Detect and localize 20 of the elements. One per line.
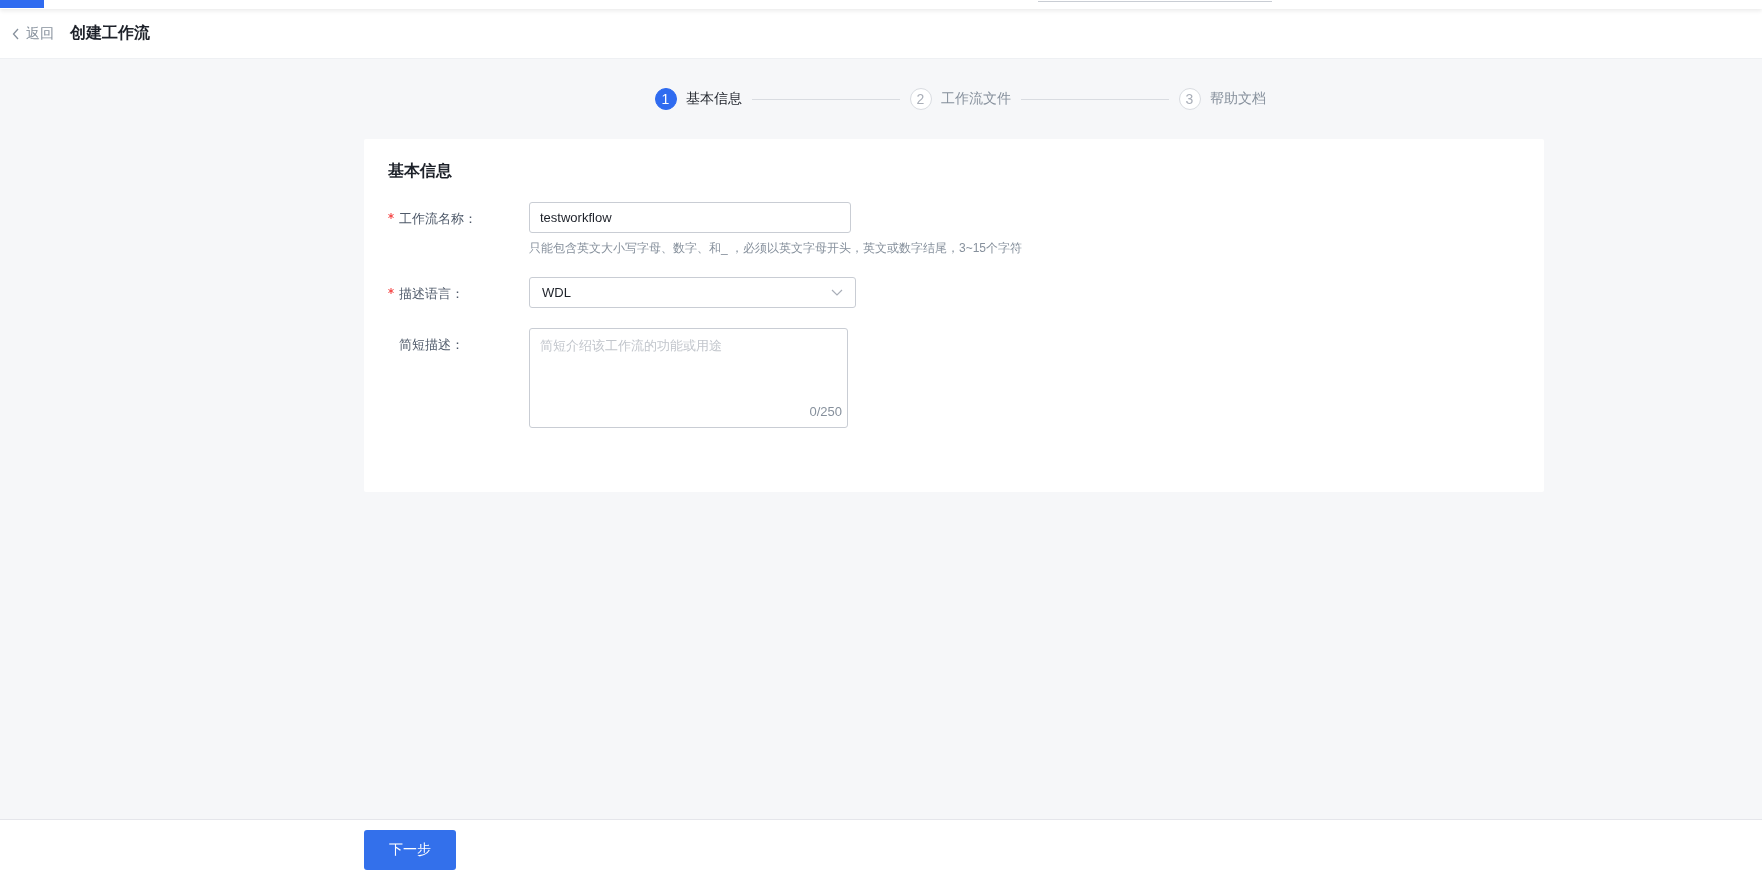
step-label: 基本信息 (685, 90, 742, 108)
language-select[interactable]: WDL (529, 277, 856, 308)
app-logo-block (0, 0, 44, 8)
chevron-down-icon (831, 289, 843, 296)
field-label: 简短描述： (399, 336, 464, 354)
field-label: 工作流名称： (399, 210, 477, 228)
step-number: 3 (1178, 88, 1201, 110)
step-label: 帮助文档 (1209, 90, 1266, 108)
field-label: 描述语言： (399, 285, 464, 303)
page-title: 创建工作流 (70, 23, 150, 43)
step-label: 工作流文件 (940, 90, 1011, 108)
next-step-button[interactable]: 下一步 (364, 830, 456, 870)
field-hint: 只能包含英文大小写字母、数字、和_ ，必须以英文字母开头，英文或数字结尾，3~15个字符 (529, 240, 1024, 257)
step-number: 2 (909, 88, 932, 110)
chevron-left-icon (12, 27, 20, 40)
step-number: 1 (654, 88, 677, 110)
section-title: 基本信息 (388, 161, 453, 181)
name-input-field[interactable]: testworkflow (529, 202, 851, 233)
character-counter: 0/250 (809, 404, 842, 419)
back-link[interactable]: 返回 (12, 24, 54, 43)
